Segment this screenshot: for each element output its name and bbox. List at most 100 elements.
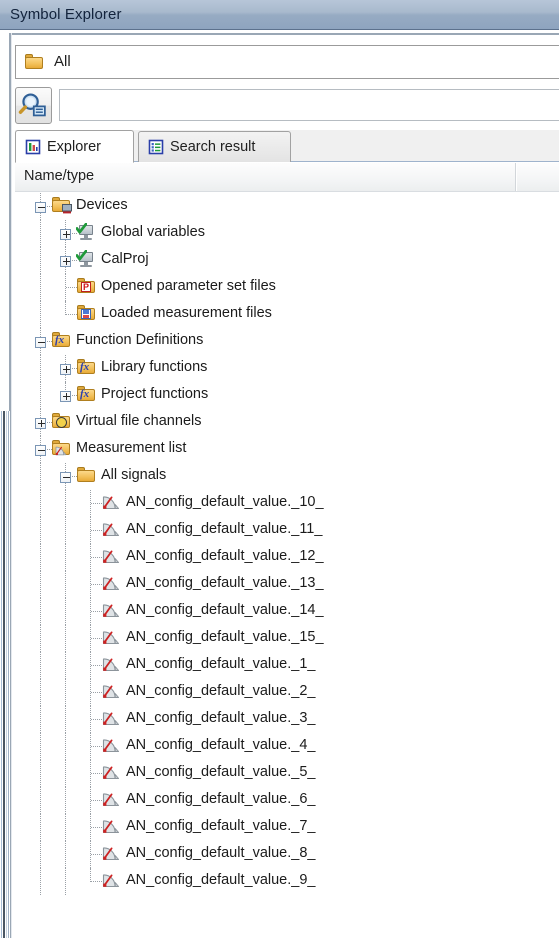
measurement-list-icon [52,440,70,456]
tree-row[interactable]: AN_config_default_value._8_ [15,841,559,868]
tree-expand-toggle[interactable] [60,229,71,240]
tree-row[interactable]: AN_config_default_value._2_ [15,679,559,706]
tree-guide-line [91,503,102,505]
tree-row[interactable]: fx Project functions [15,382,559,409]
tab-explorer[interactable]: Explorer [15,130,134,163]
search-button[interactable] [15,87,52,124]
tree-row-label: AN_config_default_value._2_ [126,683,316,699]
tree-guide-line [40,841,42,868]
tree-row[interactable]: AN_config_default_value._6_ [15,787,559,814]
tab-search-result[interactable]: Search result [138,131,291,162]
tree-row-label: Devices [76,197,128,213]
tree-collapse-toggle[interactable] [35,445,46,456]
tree-row-label: Opened parameter set files [101,278,276,294]
tree-guide-line [65,679,67,706]
tree-row[interactable]: AN_config_default_value._10_ [15,490,559,517]
tree-guide-line [40,625,42,652]
tree-row[interactable]: AN_config_default_value._14_ [15,598,559,625]
tree-row[interactable]: Global variables [15,220,559,247]
tree-guide-line [65,301,67,315]
signal-gauge-icon [102,575,120,591]
measurement-file-folder-icon [77,305,95,320]
tree-guide-line [65,625,67,652]
tree-row[interactable]: AN_config_default_value._7_ [15,814,559,841]
tree-guide-line [65,760,67,787]
tree-guide-line [65,814,67,841]
tree-guide-line [40,544,42,571]
tree-guide-line [91,854,102,856]
tree-guide-line [40,517,42,544]
tree-row[interactable]: fx Function Definitions [15,328,559,355]
signal-gauge-icon [102,872,120,888]
tree-row[interactable]: AN_config_default_value._1_ [15,652,559,679]
tree-guide-line [40,706,42,733]
tree-row[interactable]: AN_config_default_value._13_ [15,571,559,598]
tree-row-label: AN_config_default_value._13_ [126,575,324,591]
tree-row[interactable]: Loaded measurement files [15,301,559,328]
tree-guide-line [91,746,102,748]
column-divider[interactable] [515,163,517,191]
tree-guide-line [40,463,42,490]
column-header-name-type[interactable]: Name/type [24,168,94,184]
tree-expand-toggle[interactable] [35,418,46,429]
signal-gauge-icon [102,845,120,861]
tree-row[interactable]: CalProj [15,247,559,274]
tree-row[interactable]: AN_config_default_value._11_ [15,517,559,544]
tree-row-label: Loaded measurement files [101,305,272,321]
tree-row[interactable]: AN_config_default_value._4_ [15,733,559,760]
tree-row-label: AN_config_default_value._3_ [126,710,316,726]
tree-guide-line [91,638,102,640]
tree-row-label: AN_config_default_value._9_ [126,872,316,888]
tree-expand-toggle[interactable] [60,364,71,375]
tree-guide-line [66,314,77,316]
tree-row[interactable]: P Opened parameter set files [15,274,559,301]
tree-guide-line [65,841,67,868]
tree-row[interactable]: AN_config_default_value._5_ [15,760,559,787]
tree-guide-line [40,679,42,706]
tree-collapse-toggle[interactable] [35,337,46,348]
tree-guide-line [65,598,67,625]
tree-guide-line [91,773,102,775]
tree-row[interactable]: AN_config_default_value._15_ [15,625,559,652]
tree-guide-line [91,881,102,883]
signal-gauge-icon [102,818,120,834]
tree-row[interactable]: AN_config_default_value._12_ [15,544,559,571]
tree-row[interactable]: AN_config_default_value._3_ [15,706,559,733]
tree-row[interactable]: Measurement list [15,436,559,463]
tree-collapse-toggle[interactable] [35,202,46,213]
filter-label: All [54,53,71,70]
filter-bar[interactable]: All [15,45,559,79]
tree-guide-line [91,584,102,586]
tree-guide-line [65,544,67,571]
device-monitor-icon [76,223,95,240]
function-folder-icon: fx [77,359,95,374]
tree-row-label: All signals [101,467,167,483]
window-title: Symbol Explorer [10,6,122,23]
search-input[interactable] [59,89,559,121]
tree-guide-line [40,652,42,679]
tree-row[interactable]: AN_config_default_value._9_ [15,868,559,895]
tree-guide-line [65,490,67,517]
tree-row-label: AN_config_default_value._1_ [126,656,316,672]
tree-collapse-toggle[interactable] [60,472,71,483]
tree-guide-line [65,571,67,598]
tree-row-label: Library functions [101,359,208,375]
tree-expand-toggle[interactable] [60,391,71,402]
tree-guide-line [40,355,42,382]
signal-gauge-icon [102,683,120,699]
tree-row[interactable]: fx Library functions [15,355,559,382]
symbol-tree[interactable]: Devices Global variables CalProj P Opened pa… [15,193,559,938]
column-header: Name/type [15,163,559,192]
left-scroll-gutter[interactable] [0,411,10,938]
tree-row[interactable]: Devices [15,193,559,220]
tree-row-label: AN_config_default_value._7_ [126,818,316,834]
tab-explorer-label: Explorer [47,138,101,155]
tree-row[interactable]: Virtual file channels [15,409,559,436]
tree-row[interactable]: All signals [15,463,559,490]
search-row [15,87,559,124]
tree-guide-line [65,787,67,814]
tree-guide-line [40,274,42,301]
signal-gauge-icon [102,494,120,510]
tree-expand-toggle[interactable] [60,256,71,267]
tree-guide-line [91,800,102,802]
